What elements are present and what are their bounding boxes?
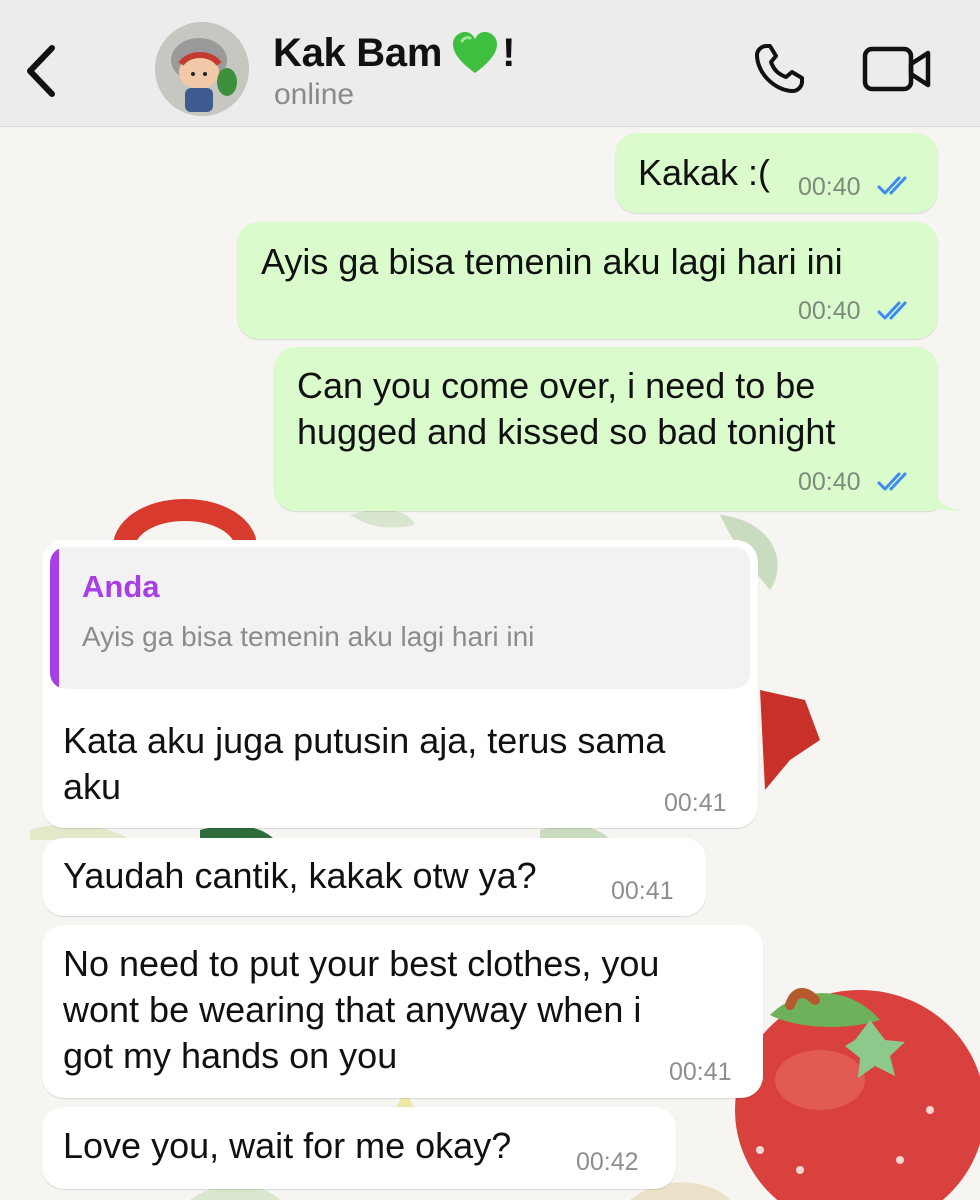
message-time: 00:41 bbox=[611, 877, 674, 905]
chat-header: Kak Bam ! online bbox=[0, 0, 980, 127]
chevron-left-icon bbox=[27, 45, 55, 97]
outgoing-message[interactable]: Can you come over, i need to be hugged a… bbox=[274, 347, 938, 511]
message-time: 00:41 bbox=[664, 789, 727, 817]
video-call-button[interactable] bbox=[862, 44, 932, 94]
contact-name-suffix: ! bbox=[502, 30, 516, 75]
avatar-image bbox=[155, 22, 249, 116]
quoted-reply[interactable]: Anda Ayis ga bisa temenin aku lagi hari … bbox=[50, 547, 750, 689]
message-text: Yaudah cantik, kakak otw ya? bbox=[63, 855, 537, 896]
read-receipt-icon bbox=[877, 301, 907, 320]
message-text: Can you come over, i need to be hugged a… bbox=[297, 365, 836, 452]
message-text: Ayis ga bisa temenin aku lagi hari ini bbox=[261, 241, 843, 282]
message-text: No need to put your best clothes, you wo… bbox=[63, 943, 660, 1076]
message-time: 00:42 bbox=[576, 1148, 639, 1176]
message-time: 00:40 bbox=[798, 173, 861, 201]
incoming-message[interactable]: Yaudah cantik, kakak otw ya? 00:41 bbox=[42, 838, 706, 916]
reply-text: Ayis ga bisa temenin aku lagi hari ini bbox=[82, 621, 535, 652]
read-receipt-icon bbox=[877, 472, 907, 491]
reply-sender: Anda bbox=[82, 569, 160, 604]
incoming-message[interactable]: No need to put your best clothes, you wo… bbox=[42, 925, 763, 1098]
message-text: Kakak :( bbox=[638, 152, 771, 193]
read-receipt-icon bbox=[877, 176, 907, 195]
reply-accent-bar bbox=[50, 547, 59, 689]
outgoing-message[interactable]: Ayis ga bisa temenin aku lagi hari ini 0… bbox=[237, 222, 938, 339]
contact-name-row[interactable]: Kak Bam ! bbox=[273, 28, 515, 78]
video-camera-icon bbox=[862, 46, 931, 92]
incoming-message[interactable]: Love you, wait for me okay? 00:42 bbox=[42, 1107, 676, 1189]
voice-call-button[interactable] bbox=[752, 40, 808, 96]
message-time: 00:40 bbox=[798, 297, 861, 325]
green-heart-icon bbox=[453, 32, 498, 73]
phone-icon bbox=[755, 44, 804, 93]
outgoing-message[interactable]: Kakak :( 00:40 bbox=[615, 133, 938, 213]
message-time: 00:41 bbox=[669, 1058, 732, 1086]
message-time: 00:40 bbox=[798, 468, 861, 496]
back-button[interactable] bbox=[18, 38, 62, 102]
message-text: Kata aku juga putusin aja, terus sama ak… bbox=[63, 720, 666, 807]
message-text: Love you, wait for me okay? bbox=[63, 1125, 512, 1166]
bubble-tail bbox=[928, 476, 962, 511]
contact-status: online bbox=[274, 78, 355, 111]
contact-name: Kak Bam bbox=[273, 30, 443, 75]
avatar[interactable] bbox=[155, 22, 249, 116]
